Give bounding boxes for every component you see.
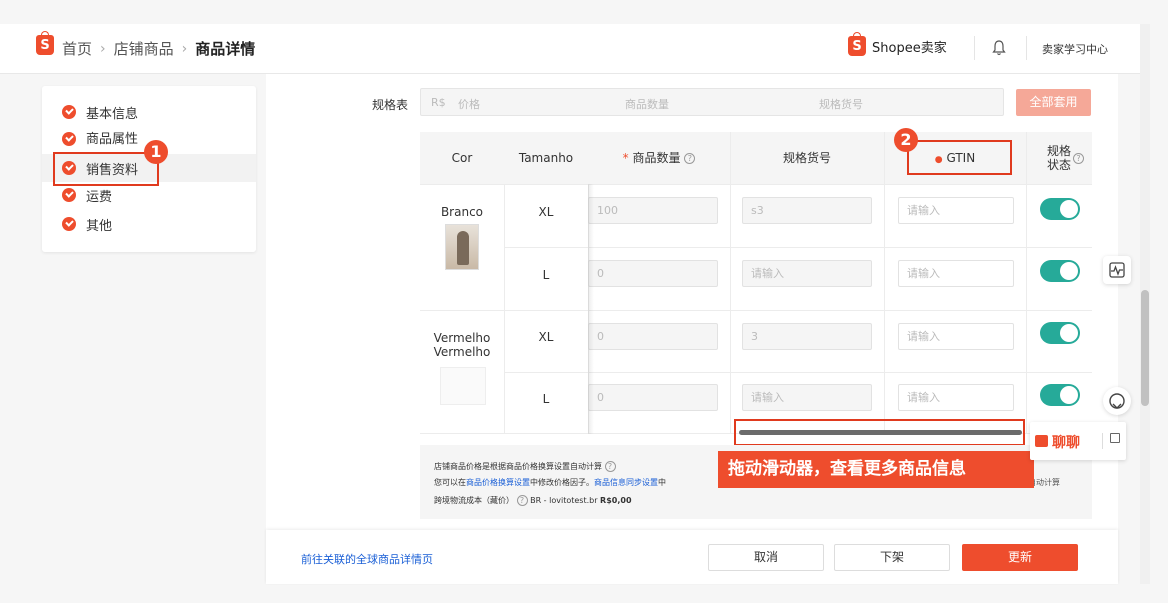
grid-line — [420, 184, 1092, 185]
column-header-quantity: * 商品数量 ? — [588, 132, 730, 184]
shopee-logo-icon[interactable]: S — [36, 31, 54, 55]
column-header-cor: Cor — [451, 151, 473, 165]
batch-quantity-input[interactable]: 商品数量 — [625, 96, 669, 112]
quantity-input[interactable]: 0 — [588, 260, 718, 287]
sku-input[interactable]: 3 — [742, 323, 872, 350]
chat-label: 聊聊 — [1052, 435, 1080, 451]
header-divider — [974, 36, 975, 60]
breadcrumb-home[interactable]: 首页 — [62, 38, 92, 59]
minimize-icon[interactable] — [1110, 433, 1120, 443]
annotation-badge-2: 2 — [894, 128, 918, 152]
shopee-seller-logo-icon: S — [848, 32, 866, 56]
grid-line — [1026, 132, 1027, 434]
check-circle-icon — [62, 188, 76, 202]
gtin-input[interactable]: 请输入 — [898, 384, 1014, 411]
sku-input[interactable]: s3 — [742, 197, 872, 224]
cell-color: Branco — [440, 205, 484, 219]
help-icon[interactable]: ? — [1073, 153, 1084, 164]
check-circle-icon — [62, 132, 76, 146]
help-icon[interactable]: ? — [604, 461, 616, 472]
breadcrumb-separator: › — [100, 40, 106, 57]
price-info-line: 您可以在商品价格换算设置中修改价格因子。商品信息同步设置中 — [434, 478, 666, 487]
variation-status-toggle[interactable] — [1040, 384, 1080, 406]
annotation-box-gtin — [907, 140, 1012, 175]
price-conversion-settings-link[interactable]: 商品价格换算设置 — [466, 478, 530, 487]
column-header-sku: 规格货号 — [782, 151, 831, 165]
delist-button[interactable]: 下架 — [834, 544, 950, 571]
headset-icon — [1109, 393, 1125, 409]
gtin-input[interactable]: 请输入 — [898, 197, 1014, 224]
top-bar: S 首页 › 店铺商品 › 商品详情 S Shopee卖家 卖家学习中心 — [0, 24, 1140, 74]
grid-line — [730, 132, 731, 434]
product-thumbnail[interactable] — [445, 224, 479, 270]
quantity-input[interactable]: 0 — [588, 323, 718, 350]
footer-action-bar: 前往关联的全球商品详情页 取消 下架 更新 — [266, 530, 1118, 584]
batch-price-input[interactable]: 价格 — [458, 96, 480, 112]
cell-color: Vermelho Vermelho — [433, 331, 491, 359]
update-button[interactable]: 更新 — [962, 544, 1078, 571]
drag-slider-hint: 拖动滑动器，查看更多商品信息 — [718, 451, 1034, 488]
apply-all-button[interactable]: 全部套用 — [1016, 89, 1091, 116]
variation-status-toggle[interactable] — [1040, 260, 1080, 282]
chat-divider — [1102, 433, 1103, 449]
sidebar-item-label: 运费 — [86, 189, 113, 205]
sync-settings-link[interactable]: 商品信息同步设置 — [594, 478, 658, 487]
seller-brand-label: Shopee卖家 — [872, 40, 947, 56]
check-circle-icon — [62, 105, 76, 119]
breadcrumb-separator: › — [181, 40, 188, 57]
sidebar-item-label: 商品属性 — [86, 132, 139, 147]
pulse-icon — [1109, 262, 1125, 278]
support-float-button[interactable] — [1103, 387, 1131, 415]
header-divider — [1026, 36, 1027, 60]
breadcrumb-shop-products[interactable]: 店铺商品 — [114, 38, 174, 59]
check-circle-icon — [62, 217, 76, 231]
spec-batch-bar: R$ 价格 商品数量 规格货号 — [420, 88, 1004, 116]
shipping-cost-line: 跨境物流成本（藏价） ? BR - lovitotest.br R$0,00 — [434, 495, 632, 506]
activity-float-button[interactable] — [1103, 256, 1131, 284]
help-icon[interactable]: ? — [684, 153, 696, 164]
price-info-line: 店铺商品价格是根据商品价格换算设置自动计算 ? — [434, 461, 616, 472]
bell-icon[interactable] — [992, 40, 1006, 56]
scrollbar-thumb[interactable] — [739, 430, 1022, 435]
sidebar-item-shipping[interactable]: 运费 — [42, 184, 256, 206]
batch-sku-input[interactable]: 规格货号 — [819, 96, 863, 112]
learning-center-link[interactable]: 卖家学习中心 — [1042, 41, 1108, 57]
cell-size: XL — [538, 205, 554, 219]
grid-line — [420, 310, 1092, 311]
cancel-button[interactable]: 取消 — [708, 544, 824, 571]
chat-bubble-icon — [1035, 435, 1048, 447]
spec-table-label: 规格表 — [372, 98, 409, 112]
breadcrumb: 首页 › 店铺商品 › 商品详情 — [62, 38, 255, 59]
page-scrollbar[interactable] — [1140, 24, 1150, 584]
quantity-input[interactable]: 100 — [588, 197, 718, 224]
annotation-badge-1: 1 — [144, 140, 168, 164]
breadcrumb-current: 商品详情 — [195, 40, 256, 58]
gtin-input[interactable]: 请输入 — [898, 260, 1014, 287]
fixed-column-shadow — [588, 184, 594, 434]
price-prefix: R$ — [431, 96, 446, 109]
sidebar-item-label: 其他 — [86, 218, 113, 234]
product-thumbnail[interactable] — [440, 367, 486, 405]
sku-input[interactable]: 请输入 — [742, 384, 872, 411]
help-icon[interactable]: ? — [516, 495, 528, 506]
sidebar-item-others[interactable]: 其他 — [42, 212, 256, 236]
sidebar-item-basic-info[interactable]: 基本信息 — [42, 98, 256, 126]
chat-widget[interactable]: 聊聊 — [1030, 422, 1126, 460]
sku-input[interactable]: 请输入 — [742, 260, 872, 287]
column-header-tamanho: Tamanho — [518, 151, 574, 165]
cell-size: XL — [538, 330, 554, 344]
gtin-input[interactable]: 请输入 — [898, 323, 1014, 350]
horizontal-scrollbar[interactable] — [734, 419, 1025, 446]
cell-size: L — [542, 392, 550, 406]
page-scrollbar-thumb[interactable] — [1141, 290, 1149, 406]
variation-status-toggle[interactable] — [1040, 198, 1080, 220]
annotation-box-sales-info — [53, 152, 159, 186]
grid-line — [884, 132, 885, 434]
global-product-link[interactable]: 前往关联的全球商品详情页 — [301, 551, 433, 567]
quantity-input[interactable]: 0 — [588, 384, 718, 411]
sidebar-item-label: 基本信息 — [86, 106, 139, 122]
variation-status-toggle[interactable] — [1040, 322, 1080, 344]
seller-brand[interactable]: S Shopee卖家 — [848, 32, 947, 56]
cell-size: L — [542, 268, 550, 282]
